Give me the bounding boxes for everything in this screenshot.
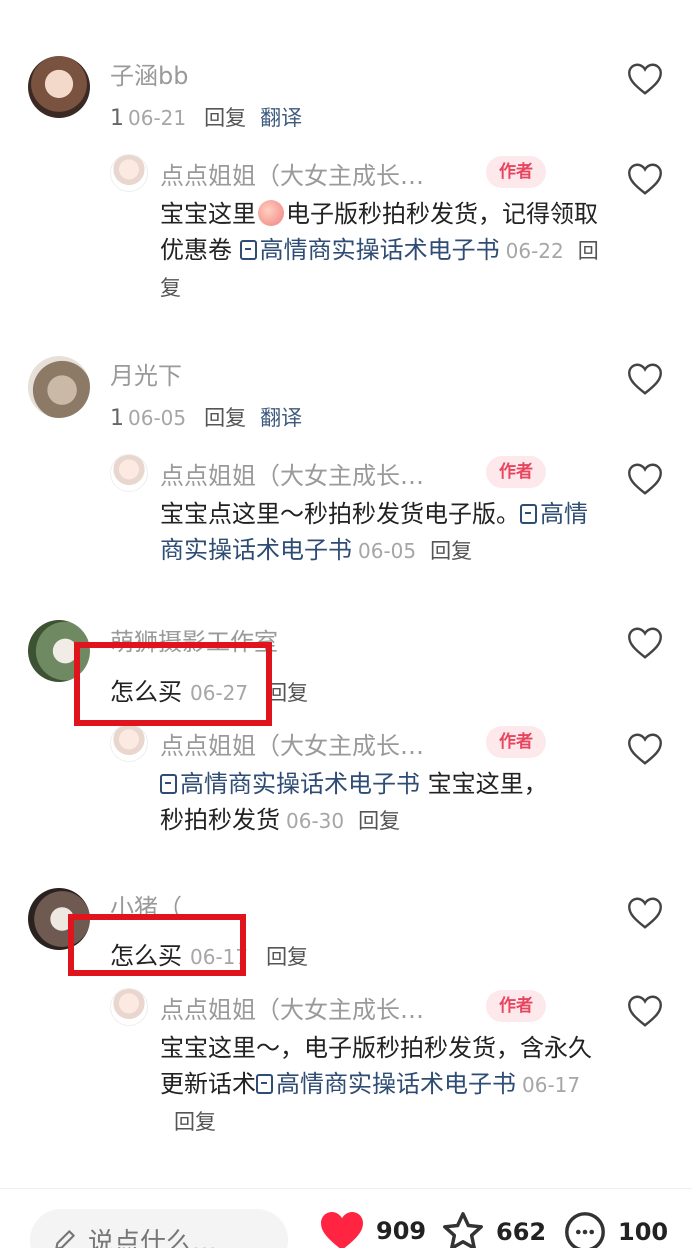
collect-count: 662 [496, 1218, 547, 1246]
author-avatar[interactable] [110, 724, 148, 762]
comment-date: 06-21 [128, 106, 187, 130]
author-reply-text: 宝宝这里～，电子版秒拍秒发货，含永久更新话术 高情商实操话术电子书 06-17回复 [160, 1030, 600, 1140]
author-name[interactable]: 点点姐姐（大女主成长… [160, 726, 424, 761]
avatar[interactable] [28, 56, 90, 118]
author-avatar[interactable] [110, 454, 148, 492]
reply-button[interactable]: 回复 [266, 941, 308, 971]
comment-meta: 1 06-21 回复 翻译 [110, 102, 302, 132]
reply-date: 06-17 [522, 1073, 581, 1097]
reply-date: 06-30 [286, 809, 345, 833]
document-icon [520, 504, 537, 524]
product-link[interactable]: 高情商实操话术电子书 [256, 1070, 516, 1098]
author-badge: 作者 [486, 726, 546, 758]
comment-button[interactable]: 100 [562, 1209, 668, 1248]
peach-emoji-icon [258, 200, 284, 226]
translate-button[interactable]: 翻译 [260, 102, 302, 132]
reply-text: 宝宝这里 [160, 200, 256, 228]
like-button[interactable]: 909 [318, 1209, 426, 1248]
heart-icon[interactable] [627, 896, 663, 930]
heart-icon[interactable] [627, 62, 663, 96]
heart-icon[interactable] [627, 732, 663, 766]
author-badge: 作者 [486, 990, 546, 1022]
product-link-label: 高情商实操话术电子书 [259, 236, 500, 264]
reply-button[interactable]: 回复 [204, 402, 246, 432]
author-badge: 作者 [486, 156, 546, 188]
comment-username[interactable]: 月光下 [110, 356, 182, 391]
product-link[interactable]: 高情商实操话术电子书 [160, 770, 420, 798]
heart-filled-icon [321, 1212, 363, 1248]
author-badge: 作者 [486, 456, 546, 488]
document-icon [256, 1074, 273, 1094]
star-icon [443, 1212, 483, 1248]
heart-icon[interactable] [627, 994, 663, 1028]
like-count: 1 [110, 106, 124, 131]
author-reply-text: 宝宝点这里～秒拍秒发货电子版。 高情商实操话术电子书 06-05 回复 [160, 496, 600, 569]
author-avatar[interactable] [110, 988, 148, 1026]
reply-text: 宝宝点这里～秒拍秒发货电子版。 [160, 500, 520, 528]
bottom-action-bar: 说点什么... 909 662 100 [0, 1188, 692, 1248]
heart-icon[interactable] [627, 462, 663, 496]
avatar[interactable] [28, 356, 90, 418]
reply-button[interactable]: 回复 [174, 1110, 216, 1134]
comment-username[interactable]: 子涵bb [110, 56, 188, 91]
comment-date: 06-05 [128, 406, 187, 430]
heart-icon[interactable] [627, 162, 663, 196]
like-count: 1 [110, 406, 124, 431]
author-avatar[interactable] [110, 154, 148, 192]
product-link-label: 高情商实操话术电子书 [276, 1070, 516, 1098]
reply-date: 06-22 [505, 239, 564, 263]
comment-count: 100 [618, 1218, 669, 1246]
comment-bubble-icon [565, 1212, 605, 1248]
heart-icon[interactable] [627, 626, 663, 660]
author-name[interactable]: 点点姐姐（大女主成长… [160, 456, 424, 491]
comment-input[interactable]: 说点什么... [30, 1209, 288, 1248]
comment-input-placeholder: 说点什么... [88, 1227, 217, 1248]
reply-button[interactable]: 回复 [204, 102, 246, 132]
like-count: 909 [376, 1217, 427, 1245]
collect-button[interactable]: 662 [440, 1209, 546, 1248]
document-icon [239, 240, 257, 260]
product-link-label: 高情商实操话术电子书 [180, 770, 420, 798]
author-reply-text: 宝宝这里 电子版秒拍秒发货，记得领取优惠卷 高情商实操话术电子书 06-22 回复 [160, 196, 600, 306]
product-link[interactable]: 高情商实操话术电子书 [239, 236, 500, 264]
comment-meta: 1 06-05 回复 翻译 [110, 402, 302, 432]
reply-button[interactable]: 回复 [266, 677, 308, 707]
reply-date: 06-05 [358, 539, 417, 563]
pen-icon [55, 1230, 75, 1248]
highlight-box [74, 642, 272, 726]
reply-button[interactable]: 回复 [430, 539, 472, 563]
author-name[interactable]: 点点姐姐（大女主成长… [160, 990, 424, 1025]
reply-button[interactable]: 回复 [358, 809, 400, 833]
highlight-box [68, 914, 246, 976]
translate-button[interactable]: 翻译 [260, 402, 302, 432]
author-reply-text: 高情商实操话术电子书 宝宝这里，秒拍秒发货 06-30 回复 [160, 766, 560, 839]
heart-icon[interactable] [627, 362, 663, 396]
document-icon [160, 774, 177, 794]
author-name[interactable]: 点点姐姐（大女主成长… [160, 156, 424, 191]
